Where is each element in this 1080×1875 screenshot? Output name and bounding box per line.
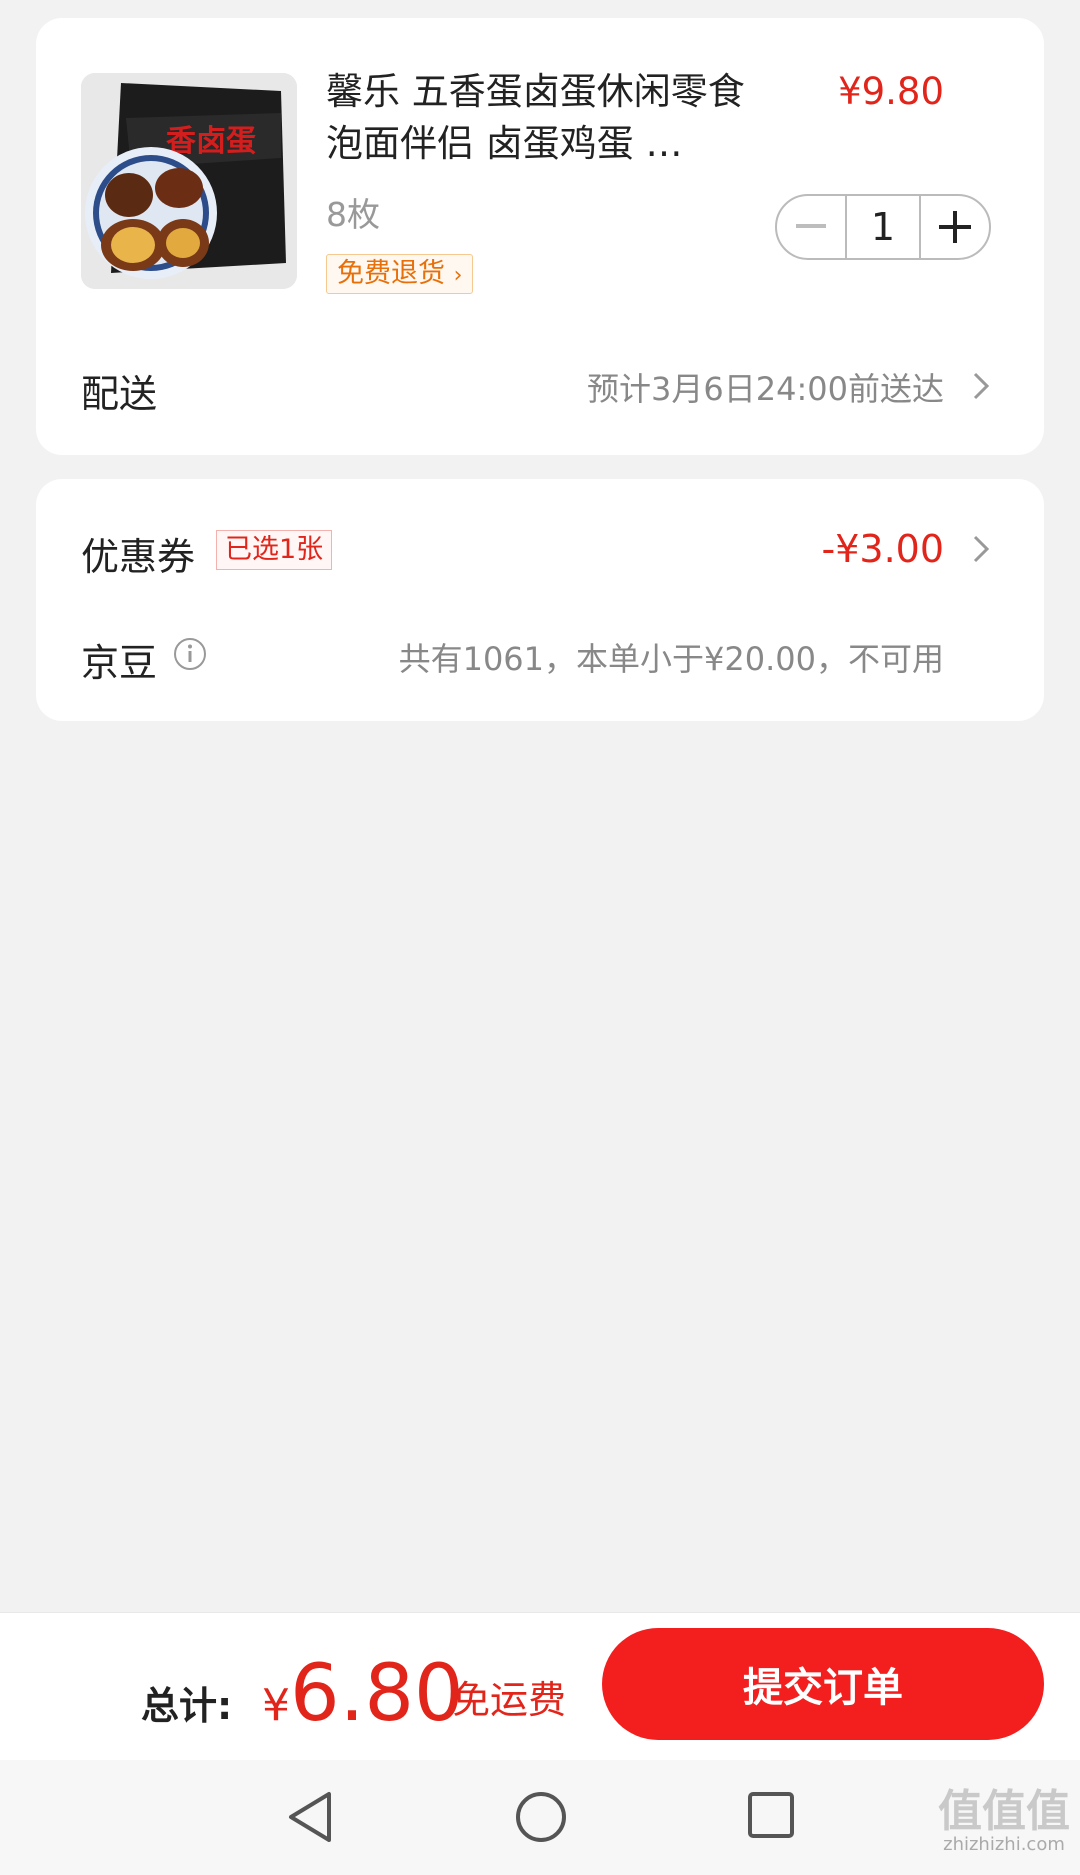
coupon-selected-badge: 已选1张 [216,530,333,570]
coupon-label: 优惠券 [81,535,196,579]
chevron-right-icon[interactable] [972,534,990,564]
watermark-text: 值值值 [938,1786,1070,1837]
system-nav-bar [0,1760,1080,1875]
plus-icon [939,211,971,243]
checkout-bar: 总计: ¥6.80 免运费 提交订单 [0,1612,1080,1761]
increase-button[interactable] [921,196,989,258]
total-value: 6.80 [290,1649,464,1739]
back-icon[interactable] [285,1790,335,1844]
chevron-right-icon[interactable] [972,371,990,401]
product-card: 香卤蛋 馨乐 五香蛋卤蛋休闲零食泡面伴侣 卤蛋鸡蛋 … ¥9.80 8枚 免费退… [36,18,1044,455]
jingdou-label: 京豆 [81,641,158,685]
free-return-tag[interactable]: 免费退货 › [326,254,474,294]
info-icon[interactable] [173,637,207,671]
discount-card: 优惠券 已选1张 -¥3.00 京豆 共有1061，本单小于¥20.00，不可用 [36,479,1044,721]
delivery-label: 配送 [81,372,158,416]
product-spec: 8枚 [326,195,380,234]
recents-icon[interactable] [746,1790,796,1840]
coupon-amount[interactable]: -¥3.00 [822,527,945,571]
product-price: ¥9.80 [838,70,944,113]
currency-symbol: ¥ [262,1680,290,1731]
quantity-stepper[interactable]: 1 [775,194,991,260]
watermark-domain: zhizhizhi.com [943,1834,1065,1855]
free-return-label: 免费退货 [337,258,445,289]
submit-order-button[interactable]: 提交订单 [602,1628,1044,1740]
total-amount: ¥6.80 [262,1649,464,1739]
free-shipping-label: 免运费 [452,1678,567,1722]
decrease-button[interactable] [777,196,845,258]
total-label: 总计: [141,1684,233,1728]
home-icon[interactable] [514,1790,568,1844]
product-title[interactable]: 馨乐 五香蛋卤蛋休闲零食泡面伴侣 卤蛋鸡蛋 … [326,66,766,170]
minus-icon [796,224,826,228]
chevron-right-icon: › [453,263,463,288]
watermark: 值值值 zhizhizhi.com [938,1790,1070,1856]
delivery-estimate[interactable]: 预计3月6日24:00前送达 [587,364,944,410]
jingdou-note: 共有1061，本单小于¥20.00，不可用 [398,640,944,678]
quantity-value[interactable]: 1 [845,196,921,258]
product-image[interactable]: 香卤蛋 [81,73,297,289]
